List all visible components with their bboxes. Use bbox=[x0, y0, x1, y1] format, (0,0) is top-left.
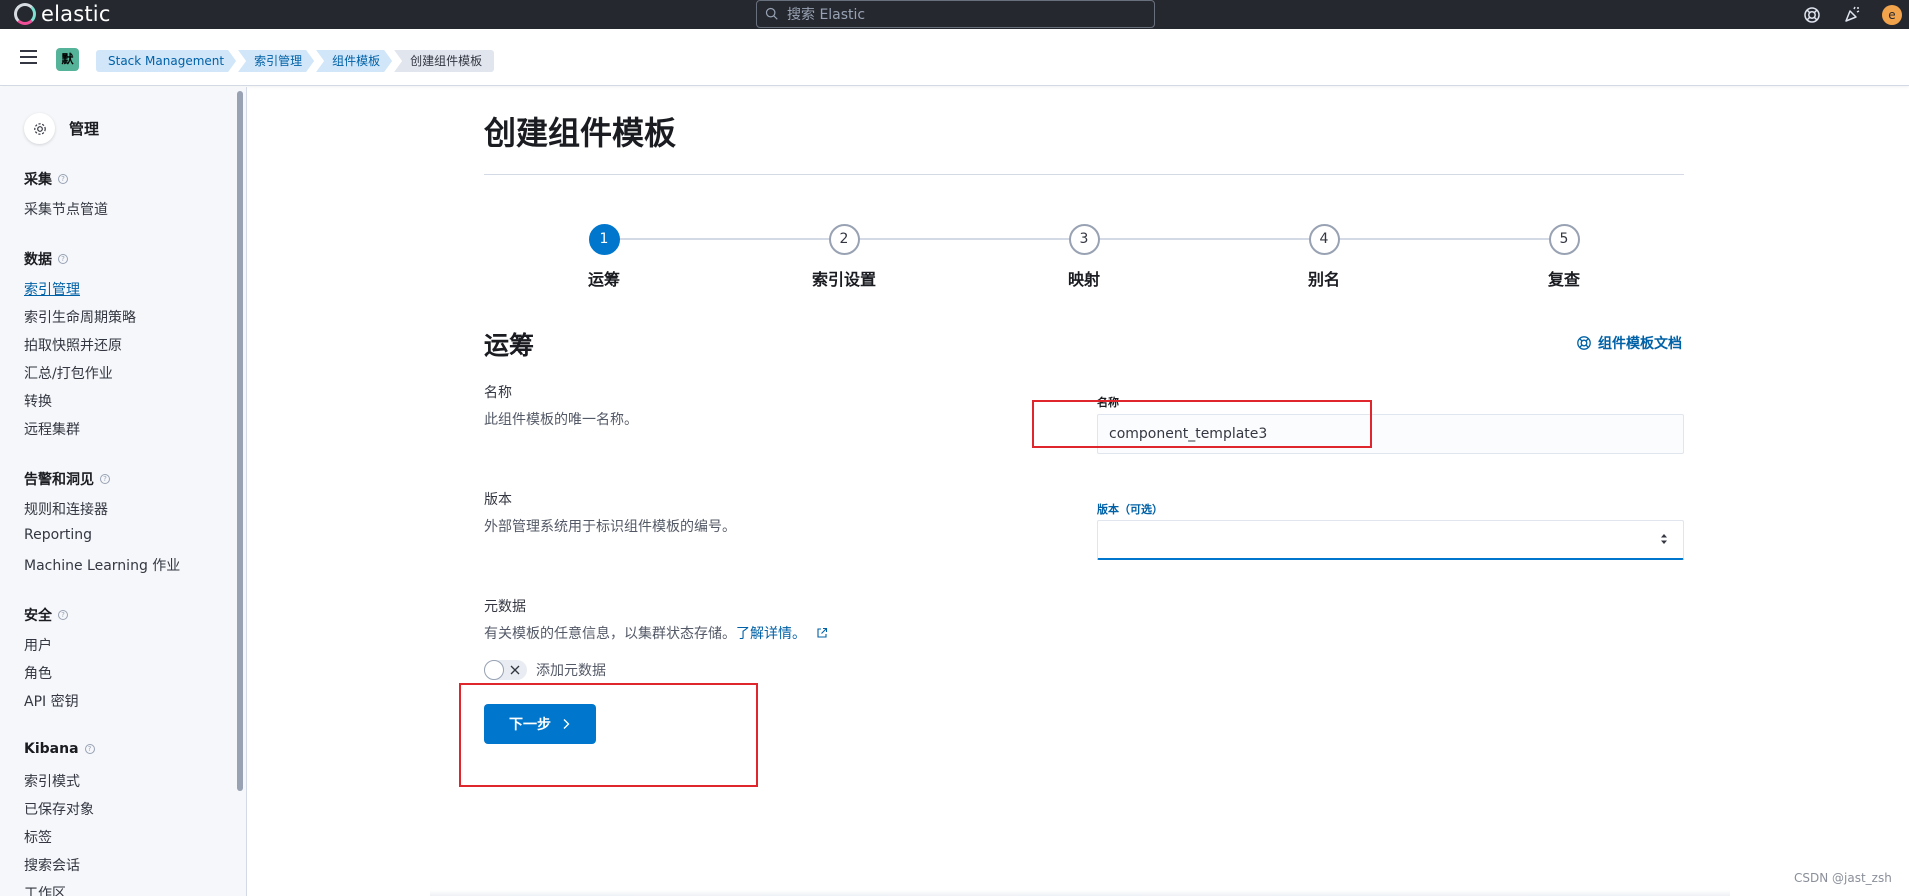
sidebar-item-reporting[interactable]: Reporting bbox=[24, 527, 92, 543]
version-field-title: 版本 bbox=[484, 492, 512, 508]
sidebar-item-snapshot-restore[interactable]: 拍取快照并还原 bbox=[24, 335, 122, 355]
step-aliases[interactable]: 4 别名 bbox=[1264, 224, 1384, 290]
sidebar-item-remote-clusters[interactable]: 远程集群 bbox=[24, 419, 80, 439]
info-icon[interactable]: ? bbox=[58, 610, 68, 620]
metadata-field-title: 元数据 bbox=[484, 599, 526, 615]
sidebar-item-tags[interactable]: 标签 bbox=[24, 827, 52, 847]
help-icon bbox=[1577, 336, 1591, 350]
sidebar-item-index-management[interactable]: 索引管理 bbox=[24, 279, 80, 299]
sidebar-nav: 管理 采集? 采集节点管道 数据? 索引管理 索引生命周期策略 拍取快照并还原 … bbox=[0, 87, 247, 896]
sidebar-item-index-patterns[interactable]: 索引模式 bbox=[24, 771, 80, 791]
sidebar-group-label: Kibana bbox=[24, 741, 79, 757]
sidebar-group-data: 数据? bbox=[24, 249, 68, 269]
sidebar-item-rules-connectors[interactable]: 规则和连接器 bbox=[24, 499, 108, 519]
sidebar-group-label: 数据 bbox=[24, 252, 52, 268]
sidebar-item-api-keys[interactable]: API 密钥 bbox=[24, 691, 79, 711]
step-index-settings[interactable]: 2 索引设置 bbox=[784, 224, 904, 290]
sidebar-item-roles[interactable]: 角色 bbox=[24, 663, 52, 683]
metadata-switch[interactable] bbox=[484, 660, 527, 680]
step-number: 4 bbox=[1308, 224, 1340, 255]
external-link-icon bbox=[817, 627, 828, 638]
sidebar-group-kibana: Kibana? bbox=[24, 741, 95, 757]
highlight-box-name-input bbox=[1032, 400, 1372, 448]
elastic-logo-icon bbox=[14, 3, 36, 25]
global-search-input[interactable]: 搜索 Elastic bbox=[756, 0, 1155, 28]
number-stepper-icon[interactable] bbox=[1659, 532, 1669, 546]
breadcrumb-index-management[interactable]: 索引管理 bbox=[238, 50, 314, 72]
sidebar-item-ingest-pipelines[interactable]: 采集节点管道 bbox=[24, 199, 108, 219]
sidebar-item-ilm-policies[interactable]: 索引生命周期策略 bbox=[24, 307, 136, 327]
management-icon bbox=[24, 113, 55, 144]
version-field-description: 外部管理系统用于标识组件模板的编号。 bbox=[484, 519, 736, 535]
sidebar-group-ingest: 采集? bbox=[24, 169, 68, 189]
watermark: CSDN @jast_zsh bbox=[1794, 871, 1892, 885]
step-number: 2 bbox=[828, 224, 860, 255]
doc-link-label: 组件模板文档 bbox=[1598, 336, 1682, 352]
user-avatar[interactable]: e bbox=[1882, 5, 1902, 25]
sidebar-group-label: 告警和洞见 bbox=[24, 472, 94, 488]
learn-more-link[interactable]: 了解详情。 bbox=[736, 626, 806, 642]
name-field-description: 此组件模板的唯一名称。 bbox=[484, 412, 638, 428]
switch-knob bbox=[484, 660, 504, 680]
step-number: 1 bbox=[588, 224, 620, 255]
section-title: 运筹 bbox=[484, 331, 535, 360]
cross-icon bbox=[510, 665, 520, 675]
newsfeed-icon[interactable] bbox=[1842, 5, 1862, 25]
info-icon[interactable]: ? bbox=[58, 174, 68, 184]
step-logistics[interactable]: 1 运筹 bbox=[544, 224, 664, 290]
step-label: 运筹 bbox=[587, 270, 620, 289]
sidebar-scrollbar[interactable] bbox=[237, 91, 243, 791]
breadcrumb-stack-management[interactable]: Stack Management bbox=[96, 50, 236, 72]
title-divider bbox=[484, 174, 1684, 175]
menu-icon[interactable] bbox=[20, 50, 37, 64]
sidebar-group-label: 采集 bbox=[24, 172, 52, 188]
sidebar-item-rollup-jobs[interactable]: 汇总/打包作业 bbox=[24, 363, 113, 383]
sidebar-group-alerts: 告警和洞见? bbox=[24, 469, 110, 489]
space-avatar[interactable]: 默 bbox=[56, 48, 79, 71]
search-placeholder: 搜索 Elastic bbox=[787, 7, 866, 23]
breadcrumb-bar: 默 Stack Management 索引管理 组件模板 创建组件模板 bbox=[0, 29, 1909, 86]
search-icon bbox=[765, 7, 778, 20]
breadcrumb-current-page: 创建组件模板 bbox=[394, 50, 495, 72]
step-number: 5 bbox=[1548, 224, 1580, 255]
version-input-label: 版本（可选） bbox=[1097, 503, 1163, 516]
highlight-box-next-button bbox=[459, 683, 758, 787]
help-icon[interactable] bbox=[1802, 5, 1822, 25]
version-input[interactable] bbox=[1097, 520, 1684, 560]
elastic-logo[interactable]: elastic bbox=[14, 2, 111, 26]
info-icon[interactable]: ? bbox=[100, 474, 110, 484]
sidebar-group-security: 安全? bbox=[24, 605, 68, 625]
sidebar-item-spaces[interactable]: 工作区 bbox=[24, 883, 66, 896]
step-mappings[interactable]: 3 映射 bbox=[1024, 224, 1144, 290]
step-number: 3 bbox=[1068, 224, 1100, 255]
sidebar-item-search-sessions[interactable]: 搜索会话 bbox=[24, 855, 80, 875]
step-label: 复查 bbox=[1547, 270, 1580, 289]
sidebar-group-label: 安全 bbox=[24, 608, 52, 624]
logo-text: elastic bbox=[41, 2, 111, 26]
gear-icon bbox=[33, 122, 46, 135]
sidebar-header: 管理 bbox=[24, 113, 99, 144]
step-label: 别名 bbox=[1307, 270, 1340, 289]
page-title: 创建组件模板 bbox=[484, 114, 677, 152]
step-label: 映射 bbox=[1067, 270, 1100, 289]
sidebar-title: 管理 bbox=[69, 120, 100, 138]
info-icon[interactable]: ? bbox=[58, 254, 68, 264]
sidebar-item-users[interactable]: 用户 bbox=[24, 635, 52, 655]
sidebar-item-ml-jobs[interactable]: Machine Learning 作业 bbox=[24, 555, 180, 575]
breadcrumb-component-templates[interactable]: 组件模板 bbox=[316, 50, 392, 72]
bottom-bar-shadow bbox=[430, 890, 1730, 896]
switch-label: 添加元数据 bbox=[536, 663, 606, 679]
step-review[interactable]: 5 复查 bbox=[1504, 224, 1624, 290]
breadcrumb: Stack Management 索引管理 组件模板 创建组件模板 bbox=[96, 50, 496, 72]
step-label: 索引设置 bbox=[811, 270, 876, 289]
metadata-field-description: 有关模板的任意信息，以集群状态存储。了解详情。 bbox=[484, 623, 828, 643]
sidebar-item-saved-objects[interactable]: 已保存对象 bbox=[24, 799, 94, 819]
component-template-docs-link[interactable]: 组件模板文档 bbox=[1576, 333, 1682, 353]
name-field-title: 名称 bbox=[484, 385, 512, 401]
top-header: elastic 搜索 Elastic e bbox=[0, 0, 1909, 29]
add-metadata-toggle[interactable]: 添加元数据 bbox=[484, 660, 606, 680]
sidebar-item-transforms[interactable]: 转换 bbox=[24, 391, 52, 411]
metadata-description-text: 有关模板的任意信息，以集群状态存储。 bbox=[484, 626, 736, 642]
info-icon[interactable]: ? bbox=[84, 744, 95, 754]
